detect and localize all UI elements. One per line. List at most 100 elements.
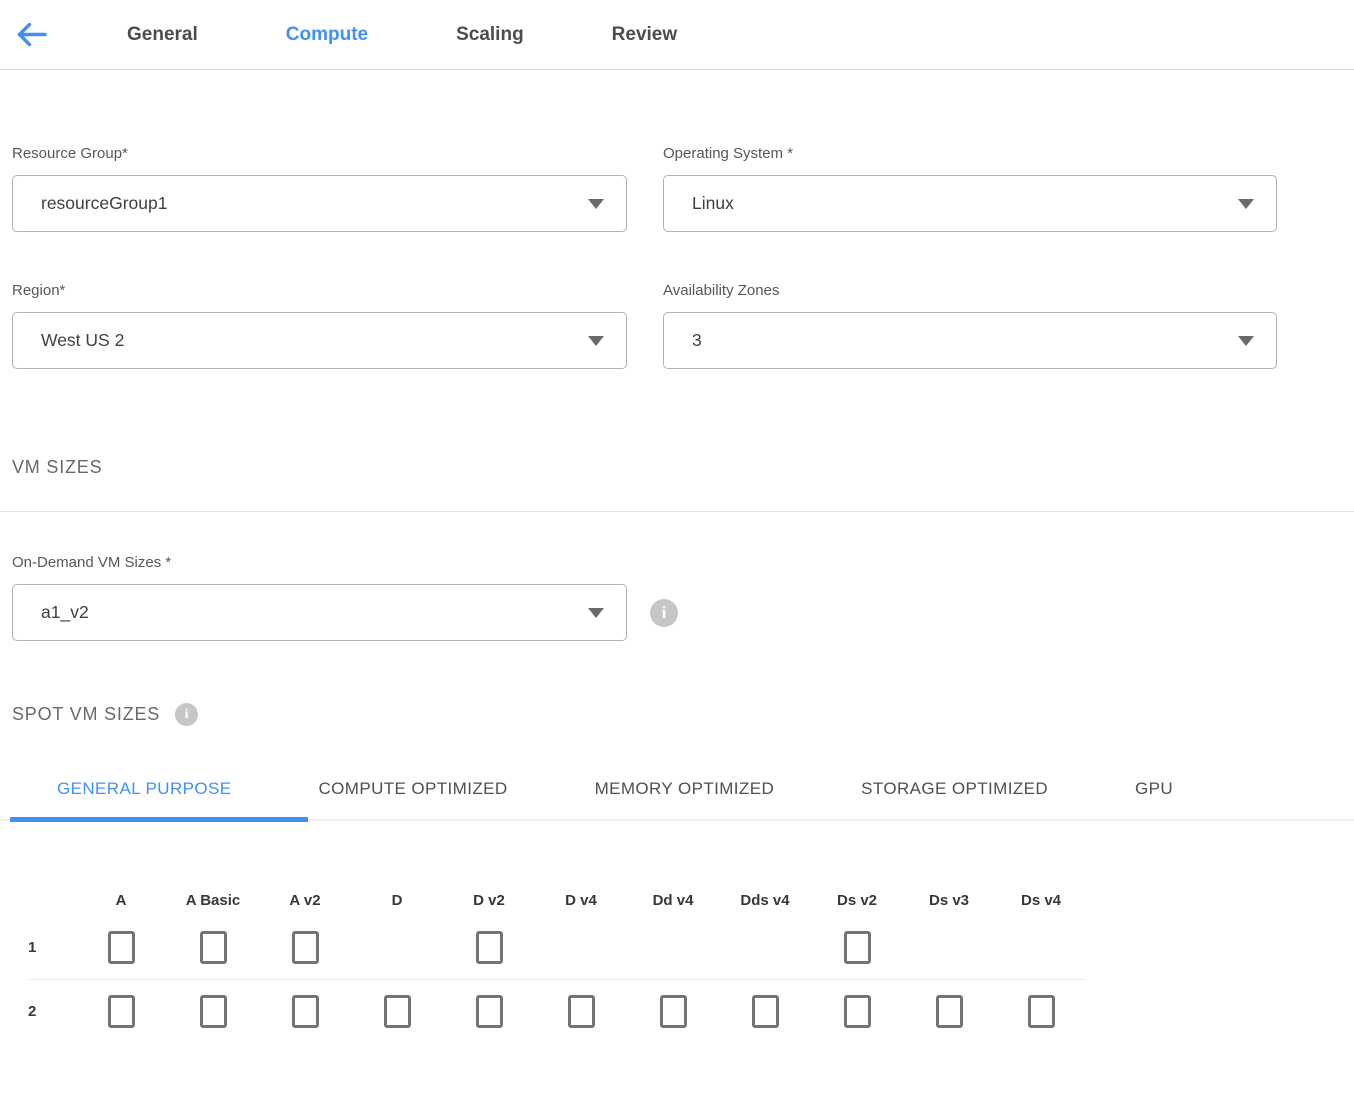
region-field: Region* West US 2 bbox=[12, 282, 627, 369]
info-icon[interactable]: i bbox=[175, 703, 198, 726]
vm-family-column-header: A Basic bbox=[167, 892, 259, 909]
resource-group-select[interactable]: resourceGroup1 bbox=[12, 175, 627, 232]
grid-header-row: AA BasicA v2DD v2D v4Dd v4Dds v4Ds v2Ds … bbox=[0, 892, 1354, 909]
vm-size-checkbox[interactable] bbox=[200, 995, 227, 1028]
vm-size-grid-body: 12 bbox=[0, 930, 1354, 1028]
operating-system-field: Operating System * Linux bbox=[663, 145, 1277, 232]
row-label: 2 bbox=[0, 1003, 75, 1020]
tab-gpu[interactable]: GPU bbox=[1135, 779, 1173, 799]
vm-size-cell bbox=[259, 995, 351, 1028]
vm-size-cell bbox=[903, 995, 995, 1028]
wizard-nav: General Compute Scaling Review bbox=[0, 0, 1354, 70]
resource-group-field: Resource Group* resourceGroup1 bbox=[12, 145, 627, 232]
vm-family-column-header: Ds v2 bbox=[811, 892, 903, 909]
vm-size-cell bbox=[75, 931, 167, 964]
vm-size-grid: AA BasicA v2DD v2D v4Dd v4Dds v4Ds v2Ds … bbox=[0, 892, 1354, 1028]
vm-size-checkbox[interactable] bbox=[476, 995, 503, 1028]
vm-size-cell bbox=[443, 995, 535, 1028]
vm-size-row: 1 bbox=[0, 930, 1354, 964]
section-divider bbox=[0, 511, 1354, 512]
back-button[interactable] bbox=[13, 20, 49, 50]
vm-family-column-header: Dd v4 bbox=[627, 892, 719, 909]
vm-size-checkbox[interactable] bbox=[476, 931, 503, 964]
vm-size-checkbox[interactable] bbox=[568, 995, 595, 1028]
tab-compute-optimized[interactable]: COMPUTE OPTIMIZED bbox=[318, 779, 507, 799]
tab-compute[interactable]: Compute bbox=[286, 24, 368, 46]
vm-size-cell bbox=[995, 995, 1087, 1028]
tab-scaling[interactable]: Scaling bbox=[456, 24, 524, 46]
operating-system-value: Linux bbox=[692, 193, 734, 214]
vm-size-cell bbox=[627, 995, 719, 1028]
vm-size-cell bbox=[811, 995, 903, 1028]
vm-family-column-header: A bbox=[75, 892, 167, 909]
on-demand-select[interactable]: a1_v2 bbox=[12, 584, 627, 641]
vm-family-column-header: A v2 bbox=[259, 892, 351, 909]
form-row-2: Region* West US 2 Availability Zones 3 bbox=[12, 282, 1354, 369]
chevron-down-icon bbox=[1238, 336, 1254, 346]
active-tab-indicator bbox=[10, 817, 308, 822]
vm-size-checkbox[interactable] bbox=[384, 995, 411, 1028]
spot-vm-tabs: GENERAL PURPOSE COMPUTE OPTIMIZED MEMORY… bbox=[57, 779, 1354, 799]
availability-zones-select[interactable]: 3 bbox=[663, 312, 1277, 369]
chevron-down-icon bbox=[1238, 199, 1254, 209]
vm-family-column-header: Dds v4 bbox=[719, 892, 811, 909]
resource-group-value: resourceGroup1 bbox=[41, 193, 167, 214]
vm-sizes-heading: VM SIZES bbox=[12, 457, 1354, 478]
spot-vm-sizes-heading-row: SPOT VM SIZES i bbox=[12, 703, 1354, 726]
vm-size-checkbox[interactable] bbox=[200, 931, 227, 964]
availability-zones-field: Availability Zones 3 bbox=[663, 282, 1277, 369]
form-row-1: Resource Group* resourceGroup1 Operating… bbox=[12, 145, 1354, 232]
row-label: 1 bbox=[0, 939, 75, 956]
chevron-down-icon bbox=[588, 199, 604, 209]
vm-size-checkbox[interactable] bbox=[108, 931, 135, 964]
vm-size-row: 2 bbox=[0, 994, 1354, 1028]
vm-size-checkbox[interactable] bbox=[752, 995, 779, 1028]
chevron-down-icon bbox=[588, 336, 604, 346]
vm-size-cell bbox=[719, 995, 811, 1028]
vm-size-cell bbox=[535, 995, 627, 1028]
vm-family-column-header: D bbox=[351, 892, 443, 909]
tab-general-purpose[interactable]: GENERAL PURPOSE bbox=[57, 779, 231, 799]
operating-system-select[interactable]: Linux bbox=[663, 175, 1277, 232]
vm-size-checkbox[interactable] bbox=[660, 995, 687, 1028]
vm-size-checkbox[interactable] bbox=[108, 995, 135, 1028]
tab-storage-optimized[interactable]: STORAGE OPTIMIZED bbox=[861, 779, 1048, 799]
vm-size-checkbox[interactable] bbox=[292, 931, 319, 964]
operating-system-label: Operating System * bbox=[663, 145, 1277, 162]
availability-zones-label: Availability Zones bbox=[663, 282, 1277, 299]
tab-general[interactable]: General bbox=[127, 24, 198, 46]
vm-size-cell bbox=[259, 931, 351, 964]
vm-size-checkbox[interactable] bbox=[844, 931, 871, 964]
vm-size-cell bbox=[167, 931, 259, 964]
resource-group-label: Resource Group* bbox=[12, 145, 627, 162]
vm-size-checkbox[interactable] bbox=[844, 995, 871, 1028]
on-demand-block: On-Demand VM Sizes * a1_v2 i bbox=[12, 554, 1354, 641]
vm-family-column-header: D v2 bbox=[443, 892, 535, 909]
vm-size-cell bbox=[167, 995, 259, 1028]
vm-size-checkbox[interactable] bbox=[292, 995, 319, 1028]
region-value: West US 2 bbox=[41, 330, 124, 351]
vm-size-checkbox[interactable] bbox=[1028, 995, 1055, 1028]
vm-size-cell bbox=[811, 931, 903, 964]
info-icon[interactable]: i bbox=[650, 599, 678, 627]
spot-tab-underline bbox=[0, 817, 1354, 822]
vm-family-column-header: Ds v3 bbox=[903, 892, 995, 909]
arrow-left-icon bbox=[15, 21, 48, 48]
chevron-down-icon bbox=[588, 608, 604, 618]
vm-size-cell bbox=[75, 995, 167, 1028]
on-demand-label: On-Demand VM Sizes * bbox=[12, 554, 1354, 571]
vm-size-cell bbox=[351, 995, 443, 1028]
spot-vm-sizes-heading: SPOT VM SIZES bbox=[12, 704, 160, 725]
vm-family-column-header: D v4 bbox=[535, 892, 627, 909]
tab-review[interactable]: Review bbox=[612, 24, 677, 46]
region-select[interactable]: West US 2 bbox=[12, 312, 627, 369]
grid-row-divider bbox=[28, 979, 1085, 980]
tab-memory-optimized[interactable]: MEMORY OPTIMIZED bbox=[595, 779, 775, 799]
vm-size-cell bbox=[443, 931, 535, 964]
wizard-steps: General Compute Scaling Review bbox=[127, 24, 677, 46]
vm-size-checkbox[interactable] bbox=[936, 995, 963, 1028]
availability-zones-value: 3 bbox=[692, 330, 702, 351]
region-label: Region* bbox=[12, 282, 627, 299]
on-demand-value: a1_v2 bbox=[41, 602, 89, 623]
vm-family-column-header: Ds v4 bbox=[995, 892, 1087, 909]
